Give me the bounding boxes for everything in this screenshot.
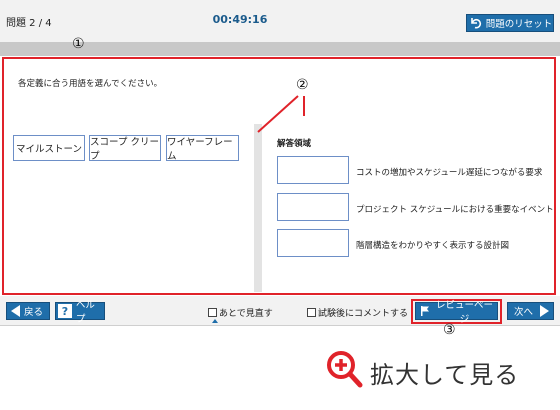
review-later-label: あとで見直す bbox=[219, 309, 273, 319]
review-page-label: レビューページ bbox=[435, 300, 493, 325]
next-arrow-icon bbox=[540, 305, 549, 317]
focus-caret-icon bbox=[212, 319, 218, 323]
reset-icon bbox=[467, 15, 485, 31]
callout-3: ③ bbox=[443, 322, 456, 338]
help-button[interactable]: ? ヘルプ bbox=[55, 300, 105, 325]
back-arrow-icon bbox=[11, 305, 20, 317]
definition-1: コストの増加やスケジュール遅延につながる要求 bbox=[356, 168, 543, 178]
pane-divider[interactable] bbox=[254, 124, 262, 292]
review-flag-icon bbox=[418, 305, 432, 317]
definition-3: 階層構造をわかりやすく表示する設計図 bbox=[356, 241, 510, 251]
comment-label: 試験後にコメントする bbox=[318, 309, 409, 319]
help-label: ヘルプ bbox=[75, 300, 95, 325]
next-button[interactable]: 次へ bbox=[507, 302, 554, 320]
zoom-in-icon bbox=[326, 350, 364, 394]
choice-milestone[interactable]: マイルストーン bbox=[13, 135, 85, 161]
zoom-link[interactable]: 拡大して見る bbox=[326, 350, 519, 394]
reset-question-button[interactable]: 問題のリセット bbox=[466, 14, 554, 32]
question-instruction: 各定義に合う用語を選んでください。 bbox=[18, 79, 163, 89]
review-later-checkbox[interactable]: あとで見直す bbox=[208, 306, 273, 319]
back-label: 戻る bbox=[24, 307, 44, 318]
help-icon: ? bbox=[58, 304, 72, 318]
reset-question-label: 問題のリセット bbox=[485, 19, 553, 30]
answer-area-title: 解答領域 bbox=[277, 139, 312, 149]
review-later-checkbox-box[interactable] bbox=[208, 308, 217, 317]
zoom-label: 拡大して見る bbox=[370, 360, 520, 389]
back-button[interactable]: 戻る bbox=[6, 302, 50, 320]
exam-timer: 00:49:16 bbox=[212, 13, 268, 26]
answer-drop-slot-1[interactable] bbox=[277, 156, 349, 184]
definition-2: プロジェクト スケジュールにおける重要なイベント bbox=[356, 205, 554, 215]
comment-after-exam-checkbox[interactable]: 試験後にコメントする bbox=[307, 306, 408, 319]
answer-drop-slot-3[interactable] bbox=[277, 229, 349, 257]
callout-1: ① bbox=[72, 36, 85, 52]
callout-2: ② bbox=[296, 77, 309, 93]
comment-checkbox-box[interactable] bbox=[307, 308, 316, 317]
review-page-button[interactable]: レビューページ bbox=[415, 300, 498, 325]
answer-drop-slot-2[interactable] bbox=[277, 193, 349, 221]
choice-wireframe[interactable]: ワイヤーフレーム bbox=[166, 135, 239, 162]
callout-2-pointer bbox=[257, 95, 299, 133]
choice-scope-creep[interactable]: スコープ クリープ bbox=[89, 135, 161, 162]
next-label: 次へ bbox=[514, 307, 534, 318]
